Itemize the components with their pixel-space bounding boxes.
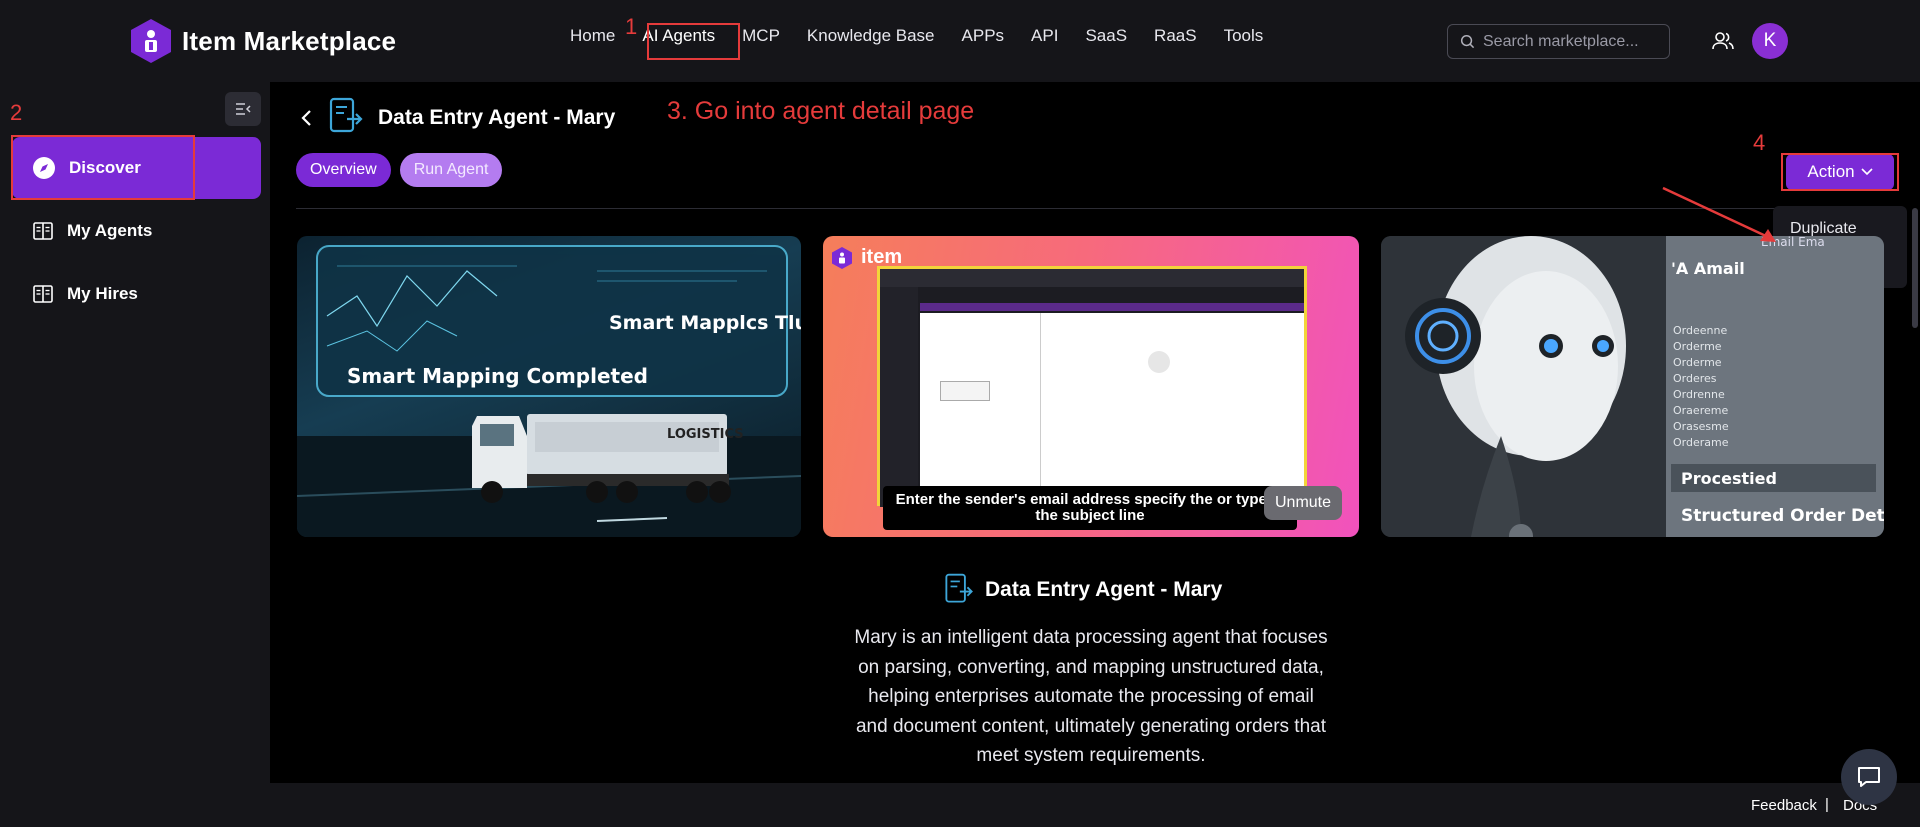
logistics-image: Smart Mapplcs Tluck Smart Mapping Comple… — [297, 245, 801, 537]
page-title: Data Entry Agent - Mary — [378, 106, 616, 129]
headline-primary: Smart Mapping Completed — [347, 364, 648, 388]
nav-apps[interactable]: APPs — [962, 26, 1005, 46]
item-logo-icon — [832, 247, 852, 269]
unmute-button[interactable]: Unmute — [1264, 486, 1342, 520]
app-title: Item Marketplace — [182, 25, 397, 56]
nav-api[interactable]: API — [1031, 26, 1058, 46]
tab-run-agent[interactable]: Run Agent — [399, 153, 503, 187]
scrollbar[interactable] — [1912, 208, 1918, 328]
order-row: Orderme — [1673, 340, 1722, 353]
nav-knowledge-base[interactable]: Knowledge Base — [807, 26, 935, 46]
order-row: Ordeenne — [1673, 324, 1727, 337]
divider — [296, 208, 1888, 209]
description-body: Mary is an intelligent data processing a… — [854, 627, 1328, 766]
processed-label: Procestied — [1681, 469, 1777, 488]
order-row: Orderes — [1673, 372, 1717, 385]
headline-secondary: Smart Mapplcs Tluck — [609, 312, 801, 334]
annotation-step-3: 3. Go into agent detail page — [667, 97, 975, 125]
agent-doc-icon — [329, 97, 363, 133]
media-card-logistics[interactable]: Smart Mapplcs Tluck Smart Mapping Comple… — [297, 236, 801, 537]
feedback-link[interactable]: Feedback — [1751, 797, 1817, 814]
nav-raas[interactable]: RaaS — [1154, 26, 1197, 46]
annotation-box-action — [1781, 153, 1899, 191]
truck-label: LOGISTICS — [667, 427, 744, 442]
logo[interactable]: Item Marketplace — [130, 18, 396, 64]
footer — [270, 783, 1920, 827]
annotation-arrow — [1662, 186, 1776, 242]
order-row: Orderme — [1673, 356, 1722, 369]
sidebar-item-label: My Hires — [67, 284, 138, 303]
sidebar-collapse-button[interactable] — [225, 92, 261, 126]
annotation-number-2: 2 — [10, 100, 23, 125]
agent-tabs: Overview Run Agent — [296, 153, 511, 187]
agent-doc-icon — [945, 573, 973, 603]
tab-overview[interactable]: Overview — [296, 153, 391, 187]
sidebar-item-my-agents[interactable]: My Agents — [12, 200, 261, 262]
sidebar-item-my-hires[interactable]: My Hires — [12, 263, 261, 325]
chat-icon — [1858, 767, 1880, 787]
robot-image: 'A Amail Email Ema Ordeenne Orderme Orde… — [1381, 236, 1884, 537]
email-header: 'A Amail — [1671, 259, 1745, 278]
users-icon[interactable] — [1712, 30, 1734, 52]
logo-hex-icon — [131, 19, 171, 63]
collapse-icon — [236, 103, 251, 115]
description-title: Data Entry Agent - Mary — [985, 578, 1223, 601]
search-icon — [1460, 34, 1475, 49]
order-row: Ordrenne — [1673, 388, 1725, 401]
chat-button[interactable] — [1841, 749, 1897, 805]
nav-tools[interactable]: Tools — [1224, 26, 1264, 46]
nav-saas[interactable]: SaaS — [1085, 26, 1127, 46]
order-row: Oraereme — [1673, 404, 1728, 417]
search-box[interactable] — [1447, 24, 1670, 59]
media-card-video[interactable]: item Enter the sender's email address sp… — [823, 236, 1359, 537]
back-arrow-icon[interactable] — [300, 108, 314, 128]
video-frame — [877, 266, 1307, 507]
top-header: Item Marketplace Home AI Agents MCP Know… — [0, 0, 1920, 82]
nav-home[interactable]: Home — [570, 26, 615, 46]
annotation-box-ai-agents — [647, 23, 740, 60]
sidebar-item-label: My Agents — [67, 221, 153, 240]
book-icon — [33, 285, 53, 303]
nav-mcp[interactable]: MCP — [742, 26, 780, 46]
order-row: Orasesme — [1673, 420, 1729, 433]
annotation-number-1: 1 — [625, 14, 638, 39]
annotation-box-discover — [11, 135, 195, 200]
video-caption: Enter the sender's email address specify… — [883, 486, 1297, 530]
book-icon — [33, 222, 53, 240]
footer-separator: | — [1825, 796, 1829, 813]
structured-label: Structured Order Deta — [1681, 506, 1884, 526]
search-input[interactable] — [1483, 32, 1653, 51]
avatar[interactable]: K — [1752, 23, 1788, 59]
media-card-robot[interactable]: 'A Amail Email Ema Ordeenne Orderme Orde… — [1381, 236, 1884, 537]
annotation-number-4: 4 — [1753, 130, 1766, 155]
order-row: Orderame — [1673, 436, 1729, 449]
